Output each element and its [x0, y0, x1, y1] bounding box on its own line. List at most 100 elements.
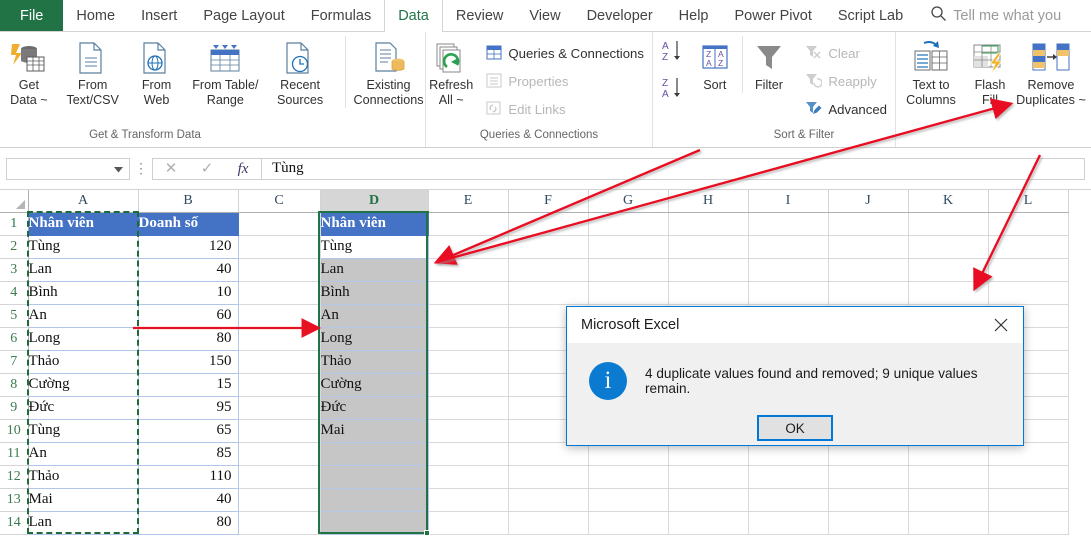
- row-header-14[interactable]: 14: [0, 511, 29, 535]
- row-header-11[interactable]: 11: [0, 442, 29, 466]
- cell-c3[interactable]: [238, 258, 321, 282]
- cell-d11[interactable]: [320, 442, 429, 466]
- cell-f4[interactable]: [508, 281, 589, 305]
- column-header-j[interactable]: J: [828, 190, 909, 213]
- cell-b12[interactable]: 110: [138, 465, 239, 489]
- close-icon[interactable]: [979, 307, 1023, 343]
- cell-k2[interactable]: [908, 235, 989, 259]
- insert-function-icon[interactable]: fx: [225, 159, 261, 179]
- cell-d5[interactable]: An: [320, 304, 429, 328]
- column-header-l[interactable]: L: [988, 190, 1069, 213]
- cell-d9[interactable]: Đức: [320, 396, 429, 420]
- cell-l3[interactable]: [988, 258, 1069, 282]
- cell-d6[interactable]: Long: [320, 327, 429, 351]
- cell-d14[interactable]: [320, 511, 429, 535]
- cell-b13[interactable]: 40: [138, 488, 239, 512]
- cell-h13[interactable]: [668, 488, 749, 512]
- cell-d13[interactable]: [320, 488, 429, 512]
- cell-j3[interactable]: [828, 258, 909, 282]
- cell-d10[interactable]: Mai: [320, 419, 429, 443]
- cell-c7[interactable]: [238, 350, 321, 374]
- column-header-g[interactable]: G: [588, 190, 669, 213]
- cell-g12[interactable]: [588, 465, 669, 489]
- advanced-filter-button[interactable]: Advanced: [801, 97, 891, 122]
- cell-f3[interactable]: [508, 258, 589, 282]
- column-header-c[interactable]: C: [238, 190, 321, 213]
- cell-d7[interactable]: Thảo: [320, 350, 429, 374]
- cell-b5[interactable]: 60: [138, 304, 239, 328]
- queries-and-connections-button[interactable]: Queries & Connections: [482, 41, 648, 66]
- cell-b8[interactable]: 15: [138, 373, 239, 397]
- cell-g2[interactable]: [588, 235, 669, 259]
- row-header-10[interactable]: 10: [0, 419, 29, 443]
- cell-a6[interactable]: Long: [28, 327, 139, 351]
- cell-g1[interactable]: [588, 212, 669, 236]
- cell-h3[interactable]: [668, 258, 749, 282]
- selection-fill-handle[interactable]: [424, 530, 430, 536]
- cell-k3[interactable]: [908, 258, 989, 282]
- cell-i13[interactable]: [748, 488, 829, 512]
- cell-e9[interactable]: [428, 396, 509, 420]
- cell-b6[interactable]: 80: [138, 327, 239, 351]
- cell-a13[interactable]: Mai: [28, 488, 139, 512]
- cell-i2[interactable]: [748, 235, 829, 259]
- cell-b14[interactable]: 80: [138, 511, 239, 535]
- cell-h1[interactable]: [668, 212, 749, 236]
- cell-i1[interactable]: [748, 212, 829, 236]
- cell-c6[interactable]: [238, 327, 321, 351]
- sort-ascending-icon[interactable]: A Z: [661, 38, 685, 69]
- cell-b1[interactable]: Doanh số: [138, 212, 239, 236]
- cell-b2[interactable]: 120: [138, 235, 239, 259]
- cell-d1[interactable]: Nhân viên: [320, 212, 429, 236]
- chevron-down-icon[interactable]: [114, 161, 123, 176]
- tab-review[interactable]: Review: [443, 0, 517, 31]
- text-to-columns-button[interactable]: Text to Columns: [896, 36, 966, 108]
- cell-b3[interactable]: 40: [138, 258, 239, 282]
- cell-b4[interactable]: 10: [138, 281, 239, 305]
- cell-f2[interactable]: [508, 235, 589, 259]
- column-header-k[interactable]: K: [908, 190, 989, 213]
- existing-connections-button[interactable]: Existing Connections: [345, 36, 425, 108]
- cell-a4[interactable]: Bình: [28, 281, 139, 305]
- cell-l13[interactable]: [988, 488, 1069, 512]
- tab-home[interactable]: Home: [63, 0, 128, 31]
- cell-a12[interactable]: Thảo: [28, 465, 139, 489]
- cell-a3[interactable]: Lan: [28, 258, 139, 282]
- cell-e13[interactable]: [428, 488, 509, 512]
- row-header-13[interactable]: 13: [0, 488, 29, 512]
- cell-h12[interactable]: [668, 465, 749, 489]
- filter-button[interactable]: Filter: [741, 36, 796, 93]
- cell-a1[interactable]: Nhân viên: [28, 212, 139, 236]
- cell-f12[interactable]: [508, 465, 589, 489]
- column-header-h[interactable]: H: [668, 190, 749, 213]
- cell-c10[interactable]: [238, 419, 321, 443]
- cell-a8[interactable]: Cường: [28, 373, 139, 397]
- cell-j4[interactable]: [828, 281, 909, 305]
- cell-a14[interactable]: Lan: [28, 511, 139, 535]
- cell-c13[interactable]: [238, 488, 321, 512]
- cell-j2[interactable]: [828, 235, 909, 259]
- row-header-5[interactable]: 5: [0, 304, 29, 328]
- cell-a7[interactable]: Thảo: [28, 350, 139, 374]
- cell-e5[interactable]: [428, 304, 509, 328]
- cell-f13[interactable]: [508, 488, 589, 512]
- cell-k14[interactable]: [908, 511, 989, 535]
- tab-insert[interactable]: Insert: [128, 0, 190, 31]
- row-header-12[interactable]: 12: [0, 465, 29, 489]
- cell-g4[interactable]: [588, 281, 669, 305]
- cell-b9[interactable]: 95: [138, 396, 239, 420]
- cell-d8[interactable]: Cường: [320, 373, 429, 397]
- row-header-2[interactable]: 2: [0, 235, 29, 259]
- cell-k12[interactable]: [908, 465, 989, 489]
- cell-j13[interactable]: [828, 488, 909, 512]
- cell-l14[interactable]: [988, 511, 1069, 535]
- confirm-icon[interactable]: ✓: [189, 159, 225, 179]
- cell-g3[interactable]: [588, 258, 669, 282]
- cell-c5[interactable]: [238, 304, 321, 328]
- cell-c9[interactable]: [238, 396, 321, 420]
- tab-data[interactable]: Data: [384, 0, 443, 32]
- cell-e1[interactable]: [428, 212, 509, 236]
- cell-i14[interactable]: [748, 511, 829, 535]
- row-header-6[interactable]: 6: [0, 327, 29, 351]
- from-table-range-button[interactable]: From Table/ Range: [185, 36, 265, 108]
